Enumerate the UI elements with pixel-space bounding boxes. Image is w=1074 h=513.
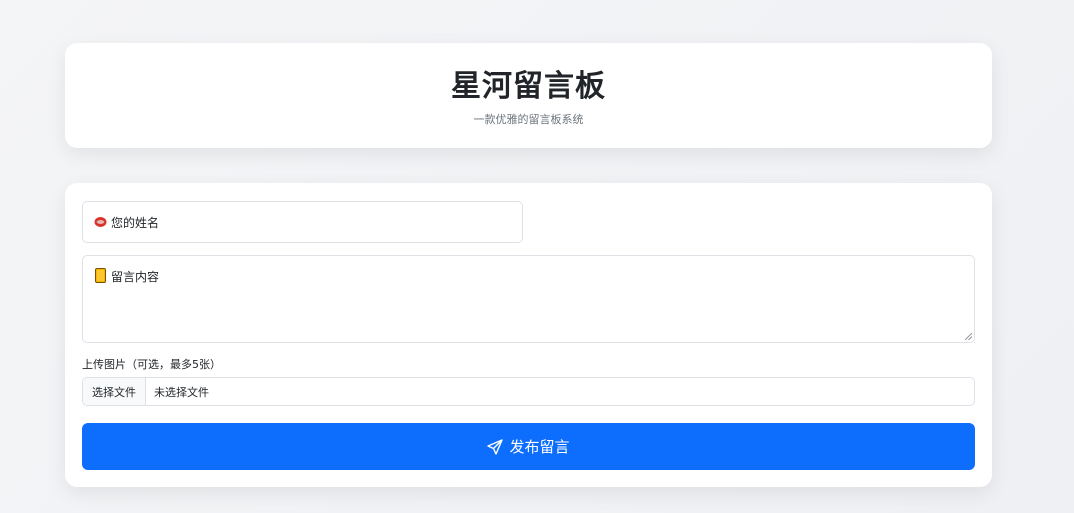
submit-label: 发布留言 [509,438,570,456]
name-input[interactable]: 您的姓名 [82,201,523,243]
file-input[interactable]: 选择文件 未选择文件 [82,377,975,406]
file-status: 未选择文件 [154,385,209,399]
upload-label: 上传图片（可选，最多5张） [82,358,221,371]
send-icon [487,438,504,455]
lips-emoji-icon [93,215,107,229]
message-textarea[interactable]: 留言内容 [82,255,975,343]
message-form: 您的姓名 留言内容 上传图片（可选，最多5张） 选择文件 未选择文件 发布留言 [65,183,992,487]
page-subtitle: 一款优雅的留言板系统 [473,113,584,126]
name-placeholder: 您的姓名 [111,215,160,230]
choose-file-button[interactable]: 选择文件 [83,378,146,405]
resize-handle[interactable] [965,333,972,340]
message-placeholder: 留言内容 [111,270,160,284]
page-title: 星河留言板 [451,69,606,104]
header-card: 星河留言板 一款优雅的留言板系统 [65,43,992,148]
submit-button[interactable]: 发布留言 [82,423,975,470]
notepad-emoji-icon [93,267,107,283]
